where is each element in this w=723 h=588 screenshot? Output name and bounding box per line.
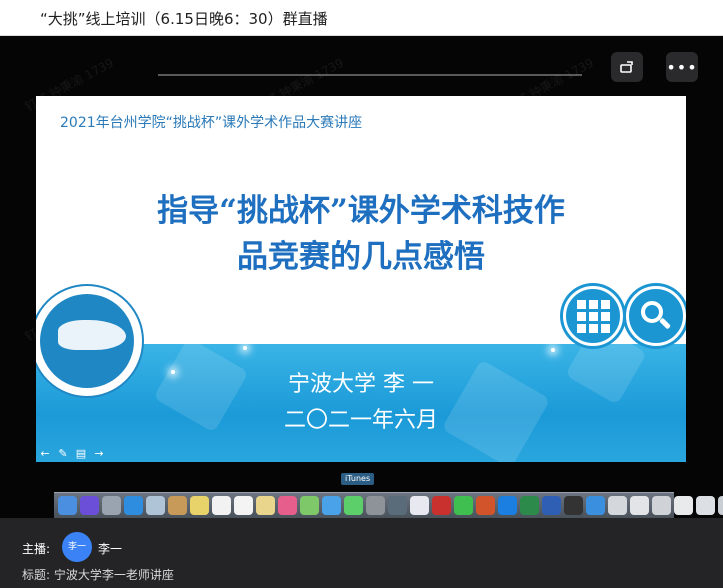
slide-toolbar: ← ✎ ▤ →	[38, 448, 106, 460]
pen-icon[interactable]: ✎	[56, 448, 70, 460]
presentation-slide: 2021年台州学院“挑战杯”课外学术作品大赛讲座 指导“挑战杯”课外学术科技作 …	[36, 96, 686, 462]
sparkle	[243, 346, 247, 350]
stream-topic: 标题: 宁波大学李一老师讲座	[22, 568, 174, 582]
dock-tooltip: iTunes	[341, 473, 375, 485]
search-icon	[626, 286, 686, 346]
slide-subheading: 2021年台州学院“挑战杯”课外学术作品大赛讲座	[60, 115, 363, 131]
rotate-screen-button[interactable]	[611, 52, 643, 82]
document-icon[interactable]	[652, 496, 671, 515]
slide-presenter: 宁波大学 李 一	[288, 372, 434, 397]
zhihu-icon[interactable]	[498, 496, 517, 515]
host-name: 李一	[98, 542, 123, 556]
siri-icon[interactable]	[80, 496, 99, 515]
reminders-icon[interactable]	[234, 496, 253, 515]
map-icon[interactable]	[300, 496, 319, 515]
stream-info-panel: 主播: 李一 李一 标题: 宁波大学李一老师讲座	[0, 518, 723, 588]
contacts-icon[interactable]	[168, 496, 187, 515]
wechat-icon[interactable]	[454, 496, 473, 515]
acrobat-icon[interactable]	[432, 496, 451, 515]
finder-icon[interactable]	[58, 496, 77, 515]
more-options-button[interactable]: •••	[666, 52, 698, 82]
document-icon[interactable]	[674, 496, 693, 515]
itunes-icon[interactable]	[410, 496, 429, 515]
avatar[interactable]: 李一	[62, 532, 92, 562]
excel-icon[interactable]	[520, 496, 539, 515]
app-store-icon[interactable]	[322, 496, 341, 515]
slide-title-line: 指导“挑战杯”课外学术科技作	[157, 193, 565, 229]
rotate-screen-icon	[620, 61, 633, 73]
testflight-icon[interactable]	[586, 496, 605, 515]
stickies-icon[interactable]	[256, 496, 275, 515]
slide-title-line: 品竞赛的几点感悟	[237, 239, 485, 275]
apps-grid-icon	[563, 286, 623, 346]
qq-icon[interactable]	[564, 496, 583, 515]
menu-icon[interactable]: ▤	[74, 448, 88, 460]
notes-icon[interactable]	[190, 496, 209, 515]
window-title-bar: “大挑”线上培训（6.15日晚6：30）群直播	[0, 0, 723, 36]
settings-icon[interactable]	[366, 496, 385, 515]
slide-title: 指导“挑战杯”课外学术科技作 品竞赛的几点感悟	[56, 188, 666, 280]
previous-slide-icon[interactable]: ←	[38, 448, 52, 460]
progress-line	[158, 74, 582, 76]
trash-icon[interactable]	[718, 496, 723, 515]
word-icon[interactable]	[542, 496, 561, 515]
mac-dock	[54, 492, 723, 518]
safari-icon[interactable]	[124, 496, 143, 515]
host-label: 主播:	[22, 542, 51, 556]
sparkle	[551, 348, 555, 352]
live-stream-stage[interactable]: ••• 钉钉 钟秉渝 1739 钉钉 钟秉渝 1739 钉钉 钟秉渝 1739 …	[0, 36, 723, 518]
photo-icon[interactable]	[146, 496, 165, 515]
time-machine-icon[interactable]	[388, 496, 407, 515]
document-icon[interactable]	[696, 496, 715, 515]
calendar-icon[interactable]	[212, 496, 231, 515]
document-icon[interactable]	[608, 496, 627, 515]
photos-icon[interactable]	[278, 496, 297, 515]
powerpoint-icon[interactable]	[476, 496, 495, 515]
slide-date: 二〇二一年六月	[283, 408, 438, 433]
document-icon[interactable]	[630, 496, 649, 515]
next-slide-icon[interactable]: →	[92, 448, 106, 460]
window-title: “大挑”线上培训（6.15日晚6：30）群直播	[40, 10, 328, 28]
launchpad-icon[interactable]	[102, 496, 121, 515]
messages-icon[interactable]	[344, 496, 363, 515]
world-map-shape	[58, 320, 126, 350]
